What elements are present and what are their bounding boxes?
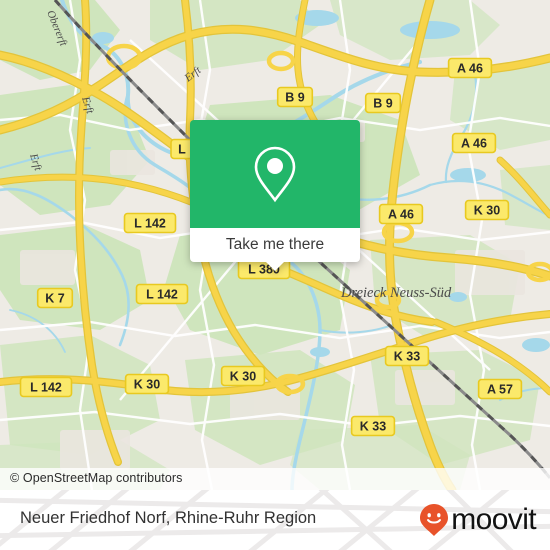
take-me-there-button[interactable]: Take me there (190, 228, 360, 271)
road-shield: K 7 (36, 287, 74, 309)
road-shield-label: K 33 (360, 420, 386, 434)
road-shield-label: A 46 (461, 137, 487, 151)
road-shield-label: B 9 (373, 97, 393, 111)
road-shield-label: L 142 (30, 381, 62, 395)
road-shield-label: L (178, 143, 186, 157)
road-shield-label: B 9 (285, 91, 305, 105)
road-shield: A 57 (477, 378, 523, 400)
road-shield: K 33 (350, 415, 396, 437)
osm-attribution: © OpenStreetMap contributors (0, 468, 550, 490)
road-shield: K 30 (124, 373, 170, 395)
footer-bar: Neuer Friedhof Norf, Rhine-Ruhr Region m… (0, 490, 550, 550)
road-shield-label: K 30 (474, 204, 500, 218)
road-shield: A 46 (451, 132, 497, 154)
moovit-wordmark: moovit (451, 503, 536, 536)
moovit-pin-icon (420, 504, 449, 536)
map-canvas[interactable]: Obererft Erft Erft Erft Dreieck Neuss-Sü… (0, 0, 550, 490)
take-me-there-label: Take me there (225, 236, 325, 253)
map-pin-icon (254, 146, 296, 203)
road-shield-label: K 33 (394, 350, 420, 364)
road-shield: A 46 (378, 203, 424, 225)
road-shield-label: A 46 (457, 62, 483, 76)
road-shield: A 46 (447, 57, 493, 79)
road-shield: K 30 (464, 199, 510, 221)
road-shield-label: L 142 (134, 217, 166, 231)
road-shield-label: L 142 (146, 288, 178, 302)
road-shield-label: A 57 (487, 383, 513, 397)
road-shield-label: A 46 (388, 208, 414, 222)
road-shield: B 9 (276, 86, 314, 108)
road-shield: K 30 (220, 365, 266, 387)
road-shield-label: K 7 (45, 292, 65, 306)
page-title: Neuer Friedhof Norf, Rhine-Ruhr Region (20, 509, 317, 527)
location-popup[interactable]: Take me there (190, 120, 360, 271)
popup-image-area (190, 120, 360, 228)
road-shield: L 142 (123, 212, 177, 234)
road-shield: L 142 (135, 283, 189, 305)
popup-tail (265, 261, 285, 271)
road-shield-label: K 30 (230, 370, 256, 384)
road-shield-label: K 30 (134, 378, 160, 392)
moovit-logo: moovit (419, 503, 537, 536)
road-shield: L 142 (19, 376, 73, 398)
map-screenshot: Obererft Erft Erft Erft Dreieck Neuss-Sü… (0, 0, 550, 550)
road-shield: B 9 (364, 92, 402, 114)
road-shield: K 33 (384, 345, 430, 367)
